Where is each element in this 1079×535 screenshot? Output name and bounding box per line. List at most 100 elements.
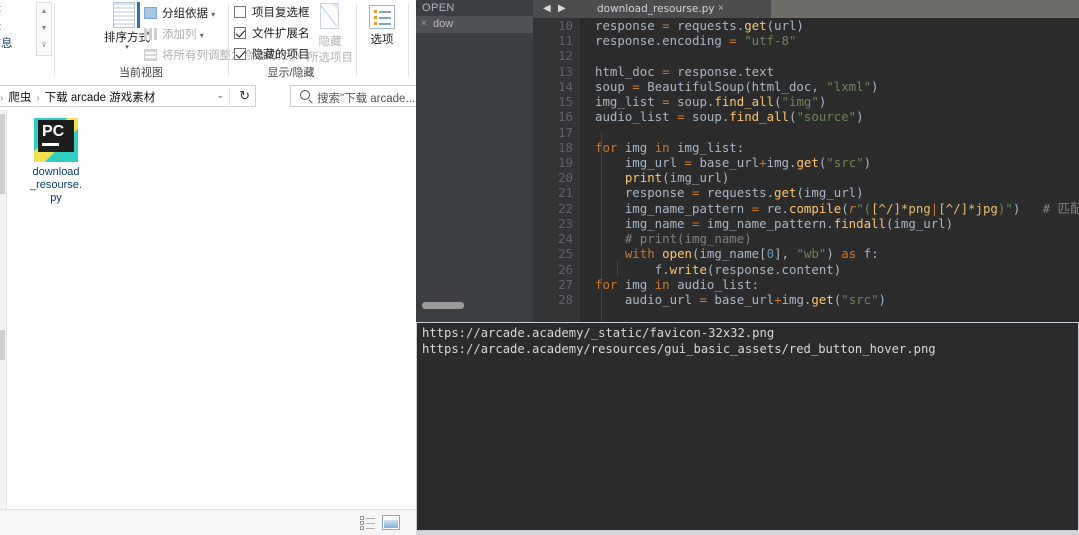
- console-output: https://arcade.academy/_static/favicon-3…: [417, 323, 1078, 357]
- tab-download-resourse-py[interactable]: download_resourse.py ×: [585, 0, 771, 18]
- refresh-icon[interactable]: ↻: [239, 88, 250, 104]
- spinner-more-icon[interactable]: ⊽: [37, 37, 51, 54]
- checkbox-icon[interactable]: [234, 6, 246, 18]
- code-line-26[interactable]: 26 f.write(response.content): [533, 262, 1079, 277]
- code-line-28[interactable]: 28 audio_url = base_url+img.get("src"): [533, 292, 1079, 307]
- checkbox-item-checkboxes[interactable]: 项目复选框: [234, 4, 310, 20]
- line-number: 16: [558, 109, 573, 125]
- hide-selected-items-button[interactable]: 隐藏 所选项目: [307, 3, 353, 65]
- options-button[interactable]: 选项: [360, 5, 404, 47]
- search-icon: [300, 90, 310, 100]
- line-number: 25: [558, 246, 573, 262]
- breadcrumb-sep-0: ›: [0, 93, 4, 104]
- file-list-area[interactable]: PC download _resourse. py: [7, 110, 416, 510]
- line-number: 11: [558, 33, 573, 49]
- code-line-27[interactable]: 27 for img in audio_list:: [533, 277, 1079, 292]
- checkbox-checked-icon[interactable]: [234, 27, 246, 39]
- layout-option-1[interactable]: 图标: [0, 19, 36, 37]
- code-line-10[interactable]: 10 response = requests.get(url): [533, 18, 1079, 33]
- breadcrumb-item-1[interactable]: 下载 arcade 游戏素材: [45, 92, 156, 104]
- code-line-22[interactable]: 22 img_name_pattern = re.compile(r"([^/]…: [533, 201, 1079, 216]
- options-label: 选项: [370, 34, 394, 46]
- layout-option-list[interactable]: 图标 图标 细信息: [0, 1, 36, 54]
- tab-next-icon[interactable]: ▶: [558, 3, 566, 14]
- code-line-17[interactable]: 17: [533, 125, 1079, 140]
- project-open-file-row[interactable]: × dow: [416, 16, 533, 33]
- tab-prev-icon[interactable]: ◀: [543, 3, 551, 14]
- line-source: response = requests.get(img_url): [624, 185, 864, 201]
- code-line-13[interactable]: 13 html_doc = response.text: [533, 64, 1079, 79]
- options-icon: [369, 5, 395, 29]
- code-line-12[interactable]: 12: [533, 48, 1079, 63]
- autofit-columns-icon: [144, 49, 157, 61]
- ribbon-divider: [408, 4, 409, 76]
- code-editor[interactable]: 10 response = requests.get(url) 11 response…: [533, 18, 1079, 322]
- tab-label: download_resourse.py: [597, 3, 715, 15]
- code-line-15[interactable]: 15 img_list = soup.find_all("img"): [533, 94, 1079, 109]
- hidden-items-label: 隐藏的项目: [252, 49, 310, 61]
- file-explorer-window: 图标 图标 细信息 ▲ ▼ ⊽ 排序方式 ▾ 分组: [0, 0, 418, 535]
- breadcrumb-item-0[interactable]: 爬虫: [8, 92, 31, 104]
- add-column-label: 添加列: [162, 29, 197, 41]
- project-panel-scrollbar[interactable]: [422, 302, 464, 309]
- code-line-14[interactable]: 14 soup = BeautifulSoup(html_doc, "lxml"): [533, 79, 1079, 94]
- chevron-down-icon[interactable]: ▾: [200, 31, 204, 40]
- close-icon[interactable]: ×: [421, 18, 427, 29]
- project-panel-header: OPEN: [422, 2, 455, 14]
- ribbon-divider: [54, 4, 55, 76]
- tab-nav-buttons[interactable]: ◀ ▶: [533, 0, 585, 18]
- code-content[interactable]: 10 response = requests.get(url) 11 response…: [533, 18, 1079, 322]
- list-item[interactable]: PC download _resourse. py: [17, 118, 95, 205]
- view-toggle-group[interactable]: [360, 515, 402, 531]
- layout-scroll-spinner[interactable]: ▲ ▼ ⊽: [36, 2, 52, 56]
- nav-scrollbar-thumb-2[interactable]: [0, 330, 5, 360]
- line-source: soup = BeautifulSoup(html_doc, "lxml"): [595, 78, 879, 94]
- line-number: 13: [558, 63, 573, 79]
- code-line-19[interactable]: 19 img_url = base_url+img.get("src"): [533, 155, 1079, 170]
- code-line-25[interactable]: 25 with open(img_name[0], "wb") as f:: [533, 246, 1079, 261]
- spinner-up-icon[interactable]: ▲: [37, 3, 51, 20]
- ribbon-group-current-view: 排序方式 ▾ 分组依据 ▾ 添加列 ▾ 将所有列调整为合适的大小 当前视图: [56, 0, 300, 82]
- item-checkboxes-label: 项目复选框: [252, 7, 310, 19]
- add-column-button[interactable]: 添加列 ▾: [144, 26, 204, 42]
- line-number: 20: [558, 170, 573, 186]
- code-line-16[interactable]: 16 audio_list = soup.find_all("source"): [533, 109, 1079, 124]
- layout-option-2[interactable]: 细信息: [0, 36, 36, 54]
- code-line-11[interactable]: 11 response.encoding = "utf-8": [533, 33, 1079, 48]
- line-source: for img in img_list:: [595, 139, 745, 155]
- explorer-ribbon: 图标 图标 细信息 ▲ ▼ ⊽ 排序方式 ▾ 分组: [0, 0, 416, 83]
- layout-option-0[interactable]: 图标: [0, 1, 36, 19]
- group-by-button[interactable]: 分组依据 ▾: [144, 5, 215, 21]
- code-line-24[interactable]: 24 # print(img_name): [533, 231, 1079, 246]
- project-panel[interactable]: OPEN × dow: [416, 0, 533, 322]
- checkbox-checked-icon[interactable]: [234, 48, 246, 60]
- checkbox-file-extensions[interactable]: 文件扩展名: [234, 25, 310, 41]
- line-source: audio_list = soup.find_all("source"): [595, 109, 864, 125]
- search-box[interactable]: 搜索"下载 arcade...: [290, 85, 418, 107]
- breadcrumb-sep-1: ›: [36, 93, 40, 104]
- ribbon-divider: [356, 4, 357, 76]
- search-placeholder: 搜索"下载 arcade...: [317, 93, 416, 105]
- line-source: response = requests.get(url): [595, 18, 804, 33]
- code-line-21[interactable]: 21 response = requests.get(img_url): [533, 185, 1079, 200]
- breadcrumb-box[interactable]: › 爬虫 › 下载 arcade 游戏素材 ⌄ ↻: [0, 85, 256, 107]
- chevron-down-icon[interactable]: ⌄: [216, 90, 224, 101]
- breadcrumb[interactable]: › 爬虫 › 下载 arcade 游戏素材: [0, 89, 155, 105]
- list-view-icon[interactable]: [360, 516, 375, 530]
- checkbox-hidden-items[interactable]: 隐藏的项目: [234, 46, 310, 62]
- close-icon[interactable]: ×: [718, 3, 724, 14]
- line-number: 14: [558, 78, 573, 94]
- thumbnail-view-icon[interactable]: [382, 515, 400, 530]
- address-bar: › 爬虫 › 下载 arcade 游戏素材 ⌄ ↻ 搜索"下载 arcade...: [0, 82, 418, 111]
- spinner-down-icon[interactable]: ▼: [37, 20, 51, 37]
- code-line-23[interactable]: 23 img_name = img_name_pattern.findall(i…: [533, 216, 1079, 231]
- code-line-20[interactable]: 20 print(img_url): [533, 170, 1079, 185]
- line-number: 10: [558, 18, 573, 33]
- line-number: 27: [558, 276, 573, 292]
- line-number: 23: [558, 215, 573, 231]
- line-number: 28: [558, 291, 573, 307]
- run-console-panel[interactable]: https://arcade.academy/_static/favicon-3…: [416, 322, 1079, 531]
- code-line-18[interactable]: 18 for img in img_list:: [533, 140, 1079, 155]
- chevron-down-icon[interactable]: ▾: [211, 10, 215, 19]
- nav-scrollbar-thumb[interactable]: [0, 114, 5, 194]
